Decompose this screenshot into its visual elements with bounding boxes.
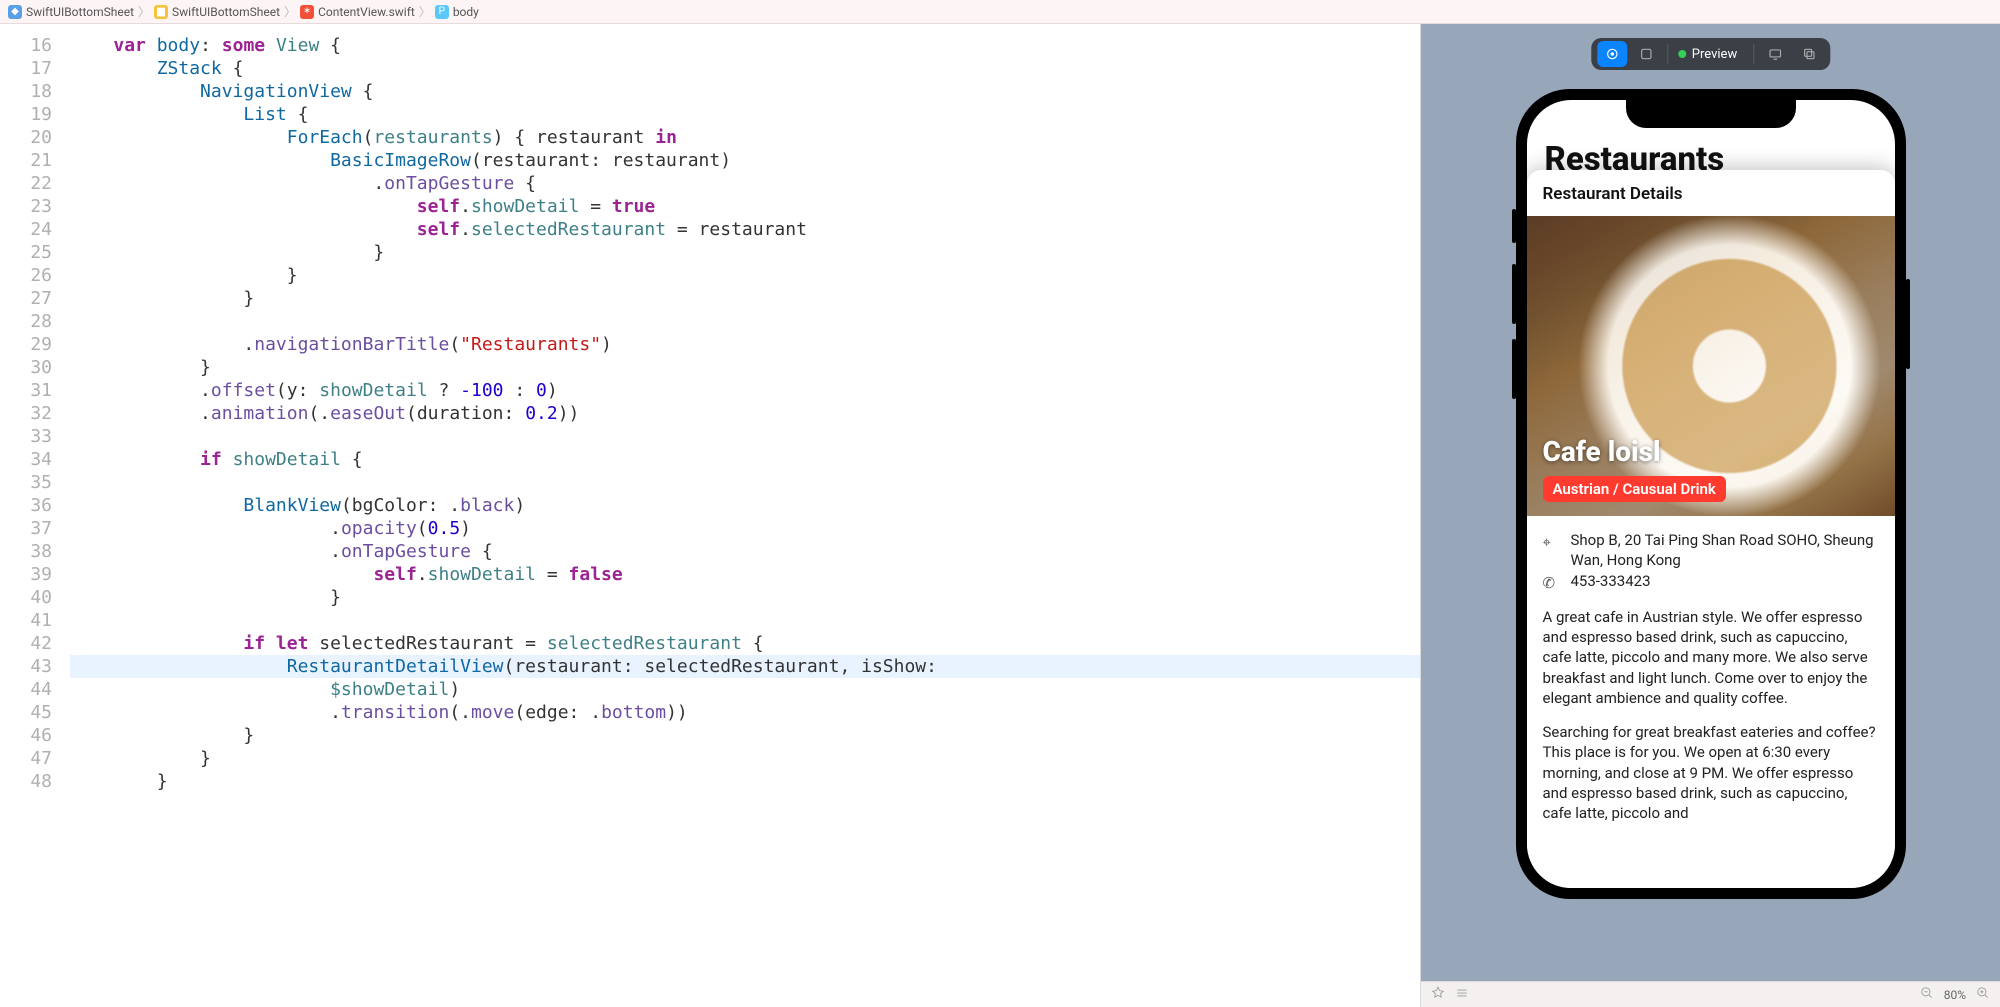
- live-preview-button[interactable]: [1597, 41, 1627, 67]
- phone-icon: ✆: [1543, 571, 1561, 593]
- breadcrumb-symbol[interactable]: body: [453, 5, 479, 19]
- property-icon: P: [435, 5, 449, 19]
- restaurant-phone: 453-333423: [1571, 571, 1879, 593]
- canvas-toolbar: Preview: [1591, 38, 1830, 70]
- chevron-right-icon: 〉: [284, 3, 296, 20]
- device-screen[interactable]: Restaurants Restaurant Details Cafe lois…: [1527, 100, 1895, 888]
- zoom-in-button[interactable]: [1976, 986, 1990, 1003]
- bottom-sheet[interactable]: Restaurant Details Cafe loisl Austrian /…: [1527, 170, 1895, 888]
- selectable-preview-button[interactable]: [1631, 41, 1661, 67]
- zoom-out-icon: [1920, 986, 1934, 1000]
- target-icon: [1605, 47, 1619, 61]
- device-notch: [1626, 100, 1796, 128]
- device-settings-button[interactable]: [1760, 41, 1790, 67]
- zoom-in-icon: [1976, 986, 1990, 1000]
- duplicate-icon: [1802, 47, 1816, 61]
- preview-label: Preview: [1692, 47, 1737, 62]
- device-frame: Restaurants Restaurant Details Cafe lois…: [1516, 89, 1906, 899]
- device-side-button: [1906, 279, 1910, 369]
- canvas-status-bar: 80%: [1421, 981, 2000, 1007]
- restaurant-tag: Austrian / Causual Drink: [1543, 476, 1726, 502]
- breadcrumb: ◆ SwiftUIBottomSheet 〉 ▆ SwiftUIBottomSh…: [0, 0, 2000, 24]
- device-side-button: [1512, 209, 1516, 243]
- cursor-rect-icon: [1639, 47, 1653, 61]
- restaurant-info: ⌖ Shop B, 20 Tai Ping Shan Road SOHO, Sh…: [1527, 516, 1895, 593]
- toolbar-separator: [1667, 44, 1668, 64]
- status-dot-icon: [1678, 50, 1686, 58]
- restaurant-description-1: A great cafe in Austrian style. We offer…: [1527, 593, 1895, 708]
- restaurant-description-2: Searching for great breakfast eateries a…: [1527, 708, 1895, 823]
- sliders-icon: [1455, 986, 1469, 1000]
- zoom-level[interactable]: 80%: [1944, 988, 1966, 1002]
- swift-file-icon: ✶: [300, 5, 314, 19]
- canvas-settings-button[interactable]: [1455, 986, 1469, 1003]
- project-icon: ◆: [8, 5, 22, 19]
- folder-icon: ▆: [154, 5, 168, 19]
- device-side-button: [1512, 339, 1516, 399]
- device-side-button: [1512, 264, 1516, 324]
- pin-preview-button[interactable]: [1431, 986, 1445, 1003]
- line-number-gutter: 1617181920212223242526272829303132333435…: [0, 24, 70, 1007]
- chevron-right-icon: 〉: [419, 3, 431, 20]
- zoom-out-button[interactable]: [1920, 986, 1934, 1003]
- preview-canvas: Preview Restaurants Restaurant Details: [1420, 24, 2000, 1007]
- breadcrumb-folder[interactable]: SwiftUIBottomSheet: [172, 5, 280, 19]
- breadcrumb-project[interactable]: SwiftUIBottomSheet: [26, 5, 134, 19]
- map-icon: ⌖: [1543, 530, 1561, 571]
- restaurant-name: Cafe loisl: [1543, 435, 1726, 468]
- code-editor[interactable]: 1617181920212223242526272829303132333435…: [0, 24, 1420, 1007]
- display-icon: [1768, 47, 1782, 61]
- pin-icon: [1431, 986, 1445, 1000]
- sheet-hero-image: Cafe loisl Austrian / Causual Drink: [1527, 216, 1895, 516]
- breadcrumb-file[interactable]: ContentView.swift: [318, 5, 415, 19]
- preview-status[interactable]: Preview: [1674, 47, 1747, 62]
- chevron-right-icon: 〉: [138, 3, 150, 20]
- toolbar-separator: [1753, 44, 1754, 64]
- duplicate-preview-button[interactable]: [1794, 41, 1824, 67]
- code-area[interactable]: var body: some View { ZStack { Navigatio…: [70, 24, 1420, 1007]
- restaurant-address: Shop B, 20 Tai Ping Shan Road SOHO, Sheu…: [1571, 530, 1879, 571]
- sheet-header: Restaurant Details: [1527, 170, 1895, 216]
